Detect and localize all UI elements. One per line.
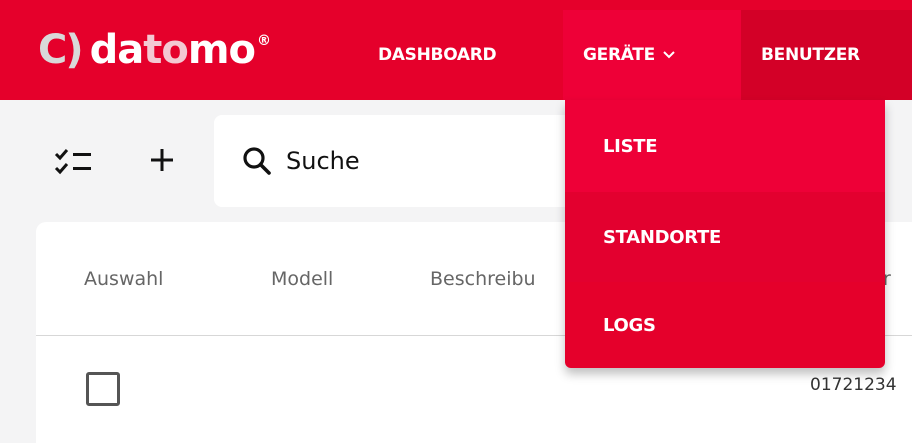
nav-benutzer-label: BENUTZER [761,45,860,65]
logo-part-to: to [143,27,189,73]
search-icon [243,147,271,175]
nav-dashboard[interactable]: DASHBOARD [378,10,497,100]
chevron-down-icon [663,48,675,62]
column-header-beschreibung[interactable]: Beschreibu [430,268,536,290]
geraete-dropdown-menu: LISTE STANDORTE LOGS [565,100,885,368]
nav-geraete-label: GERÄTE [583,45,655,65]
logo-wordmark: datomo ® [89,27,271,73]
checklist-icon[interactable] [50,140,96,184]
logo-part-mo: mo [187,27,256,73]
column-header-modell[interactable]: Modell [271,268,333,290]
row-number-cell: 01721234 [810,375,897,395]
logo-mark: C) [38,27,84,73]
registered-mark: ® [257,33,271,49]
plus-icon [151,149,173,171]
row-select-checkbox[interactable] [86,372,120,406]
menu-item-logs[interactable]: LOGS [565,282,885,368]
menu-item-standorte-label: STANDORTE [603,226,722,248]
menu-item-liste-label: LISTE [603,135,658,157]
nav-benutzer[interactable]: BENUTZER [741,10,912,100]
nav-geraete[interactable]: GERÄTE [563,10,741,100]
search-input[interactable] [286,147,526,175]
menu-item-liste[interactable]: LISTE [565,100,885,192]
menu-item-logs-label: LOGS [603,314,656,336]
nav-dashboard-label: DASHBOARD [378,45,497,65]
logo-part-da: da [89,27,145,73]
column-header-auswahl[interactable]: Auswahl [84,268,163,290]
menu-item-standorte[interactable]: STANDORTE [565,192,885,282]
datomo-logo[interactable]: C) datomo ® [38,20,271,80]
add-button[interactable] [142,138,182,182]
